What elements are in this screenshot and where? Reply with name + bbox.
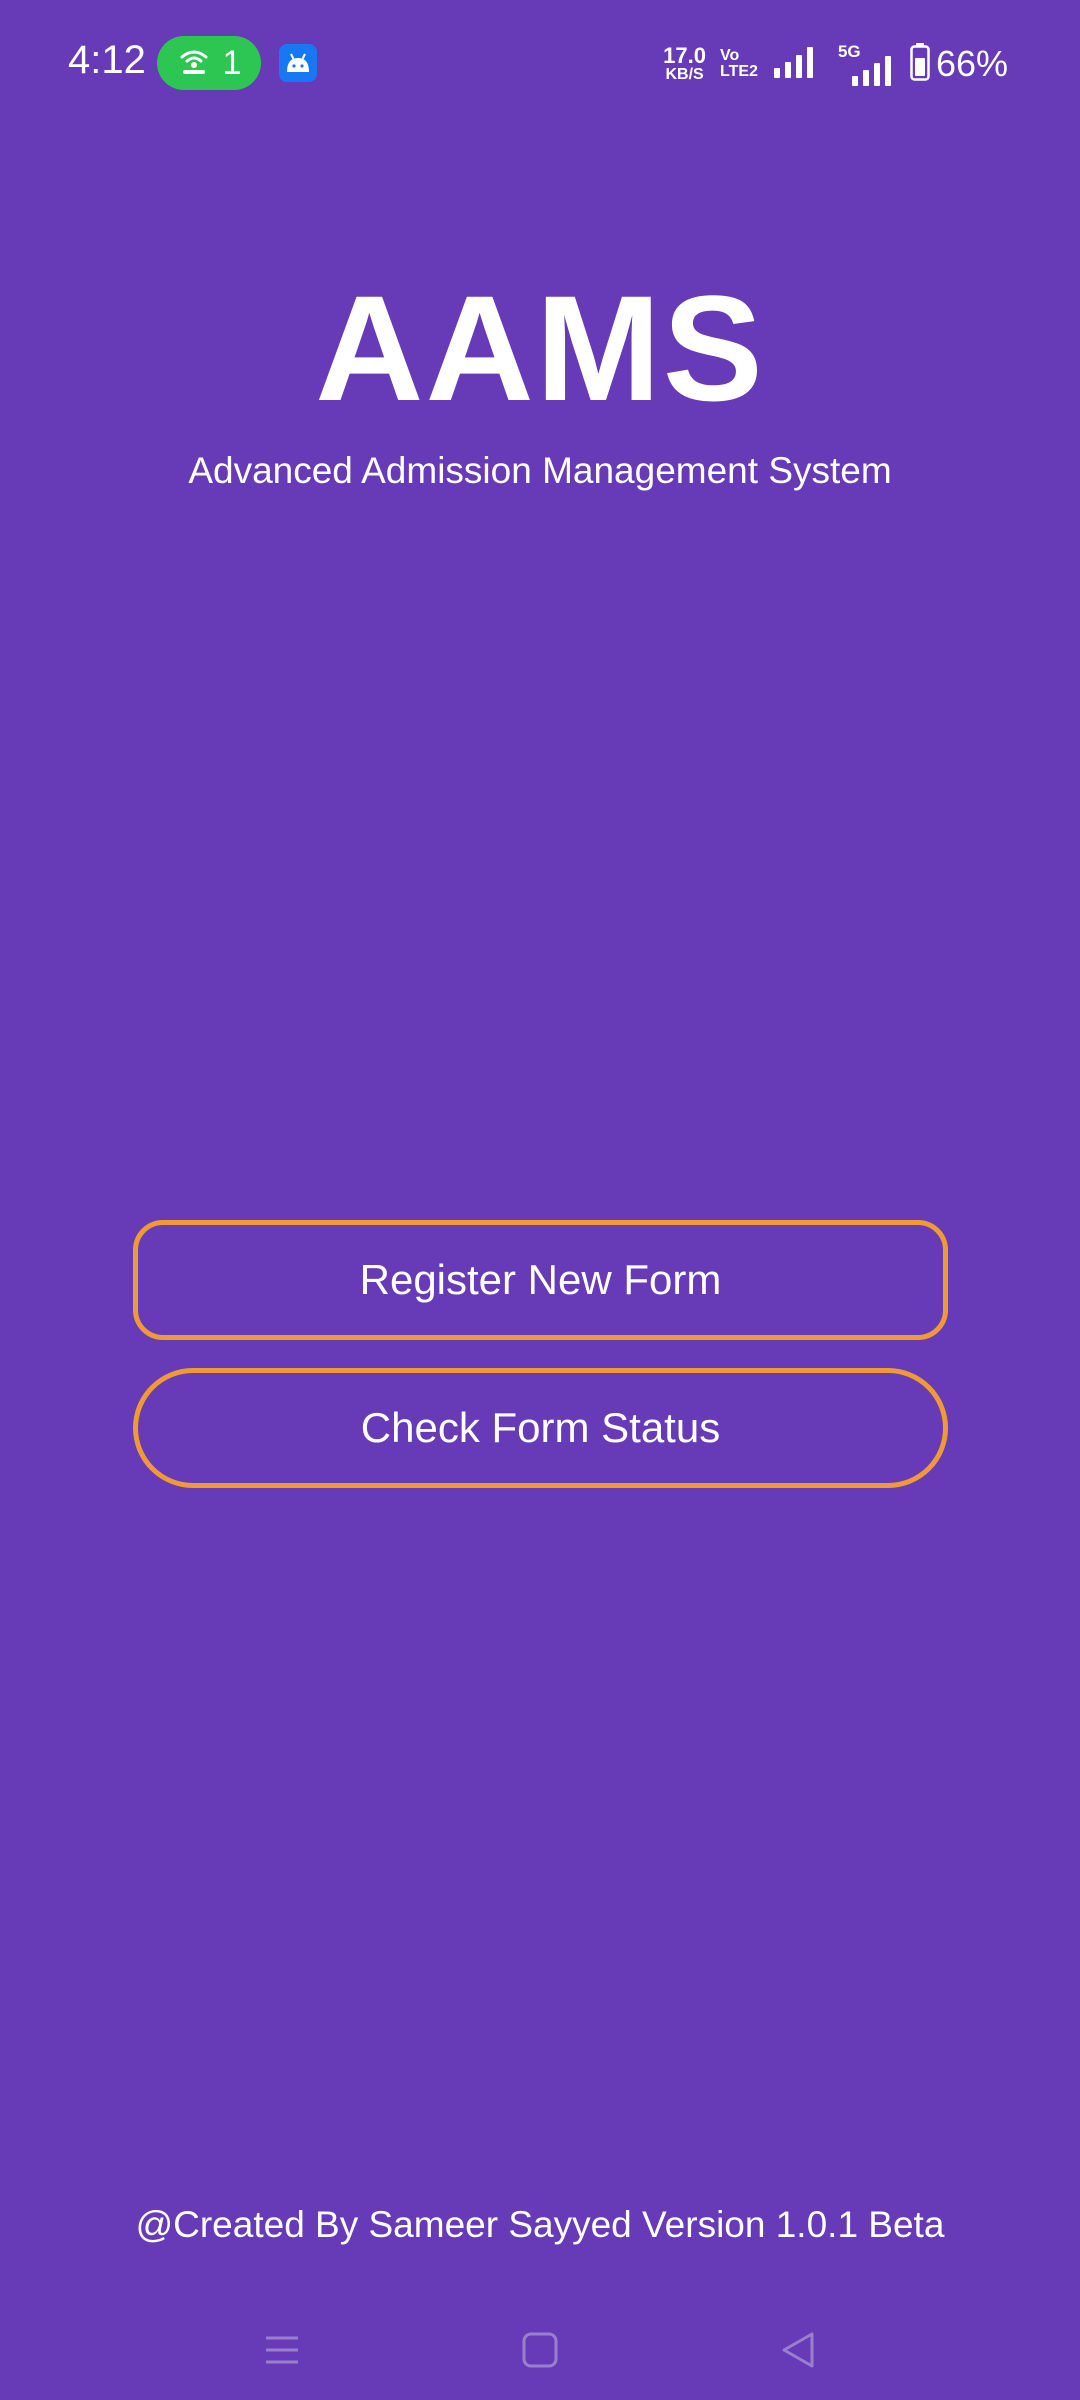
volte-indicator: Vo LTE2: [720, 48, 758, 80]
app-screen: 4:12 1 17.0 KB/S Vo LTE2 5G 66% AAMS Adv…: [0, 0, 1080, 2400]
navigation-bar: [0, 2290, 1080, 2400]
hotspot-count: 1: [222, 43, 242, 82]
status-bar: 4:12 1 17.0 KB/S Vo LTE2 5G 66%: [0, 0, 1080, 126]
android-app-icon: [279, 44, 317, 82]
volte-top: Vo: [720, 47, 740, 64]
register-new-form-button[interactable]: Register New Form: [133, 1220, 948, 1340]
battery-indicator: 66%: [910, 42, 1008, 86]
network-speed-unit: KB/S: [665, 66, 704, 83]
menu-icon: [260, 2328, 304, 2377]
signal-5g-indicator: 5G: [832, 42, 896, 86]
status-time: 4:12: [68, 38, 146, 82]
footer-credit: @Created By Sameer Sayyed Version 1.0.1 …: [135, 2204, 945, 2245]
home-button[interactable]: [500, 2312, 580, 2392]
battery-percent: 66%: [935, 43, 1008, 84]
signal-icon: [772, 44, 818, 85]
network-speed: 17.0 KB/S: [663, 45, 706, 83]
check-form-status-button[interactable]: Check Form Status: [133, 1368, 948, 1488]
hotspot-indicator[interactable]: 1: [157, 36, 261, 90]
status-right-group: 17.0 KB/S Vo LTE2 5G 66%: [663, 40, 1008, 88]
volte-bottom: LTE2: [720, 63, 758, 80]
menu-button[interactable]: [242, 2312, 322, 2392]
home-icon: [518, 2328, 562, 2377]
back-button[interactable]: [758, 2312, 838, 2392]
network-speed-value: 17.0: [663, 43, 706, 68]
hotspot-icon: [177, 45, 211, 82]
battery-icon: [910, 42, 930, 86]
app-subtitle: Advanced Admission Management System: [188, 450, 892, 491]
app-title: AAMS: [315, 264, 765, 432]
back-icon: [776, 2328, 820, 2377]
